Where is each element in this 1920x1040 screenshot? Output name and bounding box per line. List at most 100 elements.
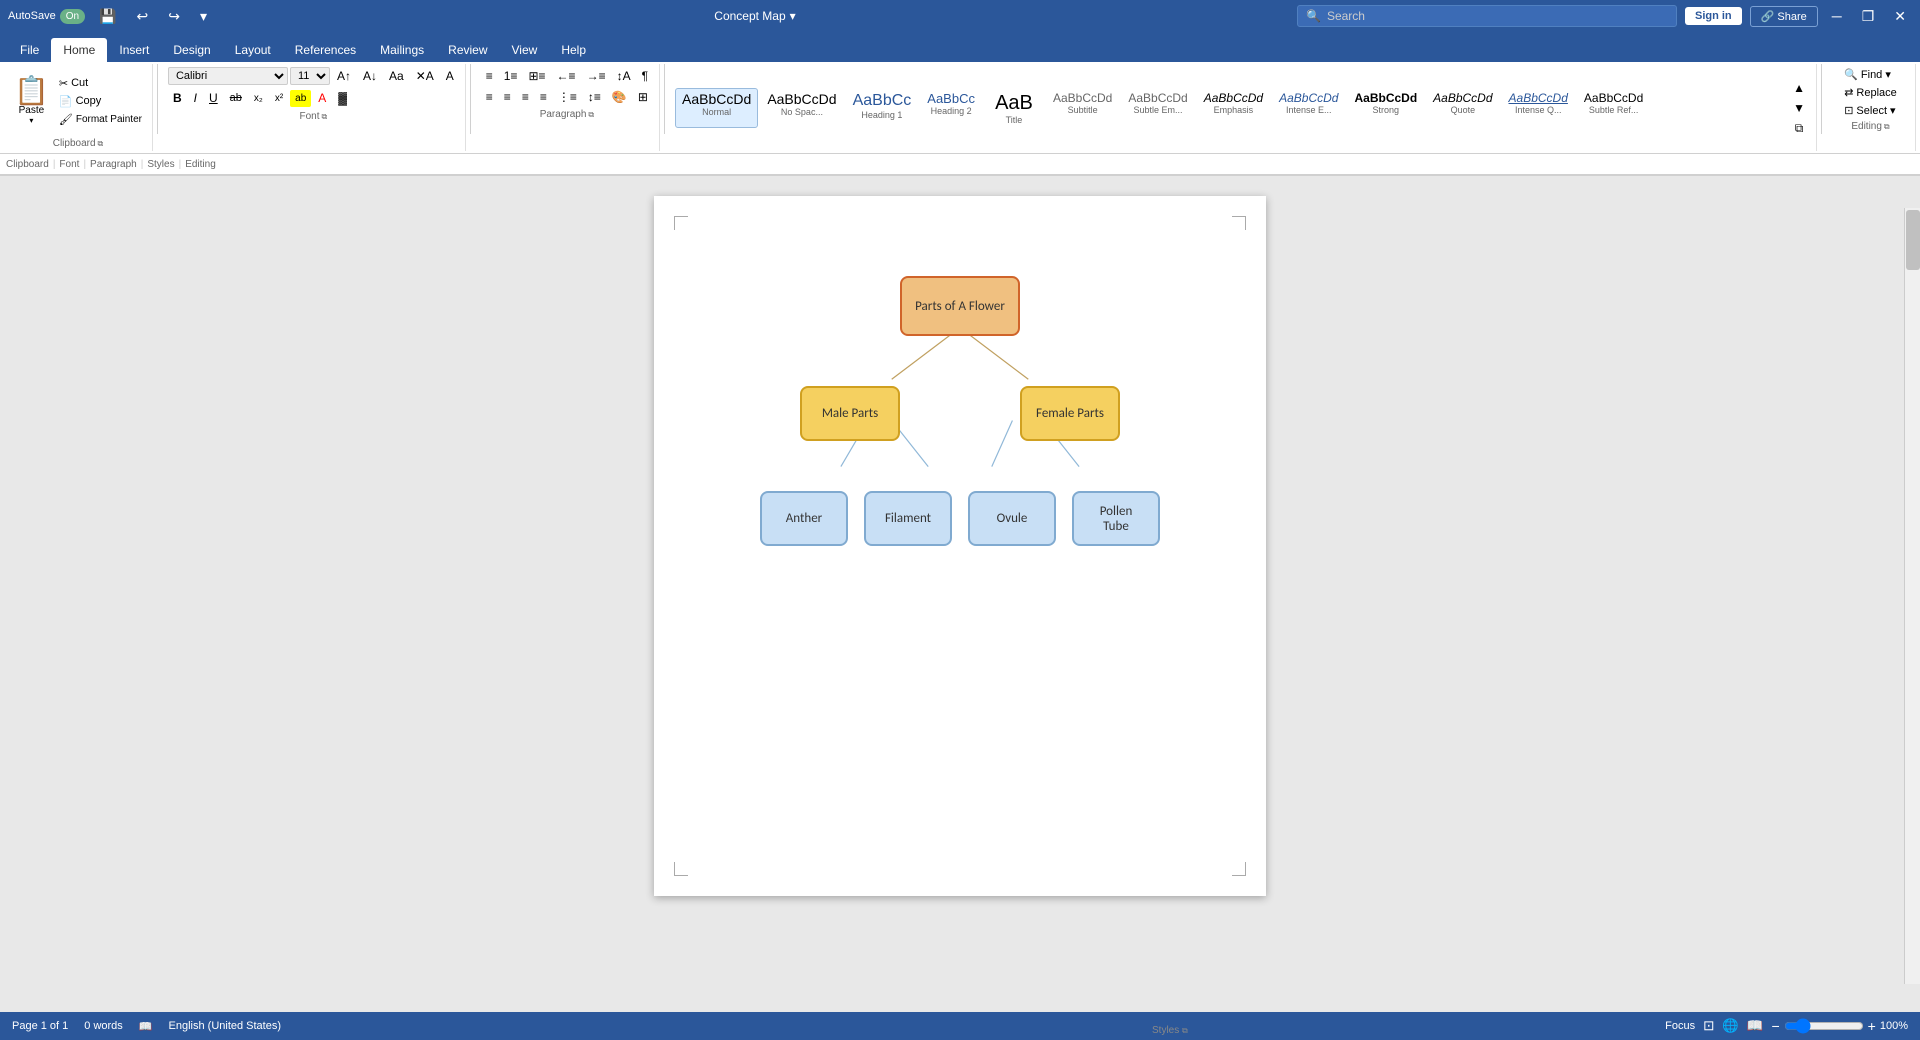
- bold-button[interactable]: B: [168, 88, 187, 108]
- copy-button[interactable]: 📄 Copy: [55, 93, 146, 110]
- styles-expand-icon[interactable]: ⧉: [1182, 1026, 1188, 1035]
- cut-icon: ✂: [59, 77, 68, 90]
- show-hide-button[interactable]: ¶: [637, 66, 653, 86]
- subscript-button[interactable]: x₂: [249, 90, 268, 107]
- replace-icon: ⇄: [1844, 86, 1853, 99]
- cut-button[interactable]: ✂ Cut: [55, 75, 146, 92]
- paste-button[interactable]: 📋 Paste ▾: [10, 75, 53, 127]
- style-subtle-emphasis[interactable]: AaBbCcDd Subtle Em...: [1121, 88, 1194, 128]
- style-heading2[interactable]: AaBbCc Heading 2: [920, 88, 982, 128]
- style-subtle-reference[interactable]: AaBbCcDd Subtle Ref...: [1577, 88, 1650, 128]
- text-highlight-button[interactable]: ab: [290, 90, 311, 107]
- tab-review[interactable]: Review: [436, 38, 499, 62]
- select-button[interactable]: ⊡ Select ▾: [1840, 102, 1901, 119]
- restore-button[interactable]: ❐: [1856, 6, 1881, 27]
- style-intense-emphasis[interactable]: AaBbCcDd Intense E...: [1272, 88, 1345, 128]
- columns-button[interactable]: ⋮≡: [553, 87, 582, 107]
- format-painter-button[interactable]: 🖌 Format Painter: [55, 111, 146, 128]
- font-size-select[interactable]: 11: [290, 67, 330, 85]
- change-case-button[interactable]: Aa: [384, 66, 409, 86]
- zoom-in-button[interactable]: +: [1868, 1018, 1876, 1034]
- tab-help[interactable]: Help: [549, 38, 598, 62]
- root-node[interactable]: Parts of A Flower: [900, 276, 1020, 336]
- decrease-indent-button[interactable]: ←≡: [552, 66, 581, 86]
- search-input[interactable]: [1327, 9, 1668, 23]
- tab-view[interactable]: View: [500, 38, 550, 62]
- style-normal[interactable]: AaBbCcDd Normal: [675, 88, 758, 128]
- clear-formatting-button[interactable]: ✕A: [411, 66, 439, 86]
- font-color-button[interactable]: A: [313, 88, 331, 108]
- pollen-tube-node[interactable]: Pollen Tube: [1072, 491, 1160, 546]
- style-intense-quote[interactable]: AaBbCcDd Intense Q...: [1502, 88, 1575, 128]
- style-subtitle[interactable]: AaBbCcDd Subtitle: [1046, 88, 1119, 128]
- align-center-button[interactable]: ≡: [499, 87, 516, 107]
- filament-node[interactable]: Filament: [864, 491, 952, 546]
- strikethrough-button[interactable]: ab: [225, 89, 247, 107]
- underline-button[interactable]: U: [204, 88, 223, 108]
- align-right-button[interactable]: ≡: [517, 87, 534, 107]
- read-mode-button[interactable]: 📖: [1747, 1018, 1764, 1034]
- italic-button[interactable]: I: [189, 88, 202, 108]
- tab-insert[interactable]: Insert: [107, 38, 161, 62]
- increase-indent-button[interactable]: →≡: [582, 66, 611, 86]
- tab-design[interactable]: Design: [161, 38, 222, 62]
- styles-scroll-up[interactable]: ▲: [1788, 78, 1810, 98]
- borders-button[interactable]: ⊞: [633, 87, 653, 107]
- tab-file[interactable]: File: [8, 38, 51, 62]
- multilevel-button[interactable]: ⊞≡: [523, 66, 550, 86]
- minimize-button[interactable]: ─: [1826, 6, 1848, 26]
- tab-layout[interactable]: Layout: [223, 38, 283, 62]
- ovule-node[interactable]: Ovule: [968, 491, 1056, 546]
- font-family-select[interactable]: Calibri: [168, 67, 288, 85]
- find-button[interactable]: 🔍 Find ▾: [1840, 66, 1901, 83]
- male-parts-node[interactable]: Male Parts: [800, 386, 900, 441]
- close-button[interactable]: ✕: [1888, 6, 1912, 27]
- styles-expand[interactable]: ⧉: [1788, 118, 1810, 139]
- save-button[interactable]: 💾: [93, 6, 122, 27]
- style-heading1[interactable]: AaBbCc Heading 1: [846, 88, 919, 128]
- style-title[interactable]: AaB Title: [984, 88, 1044, 128]
- share-button[interactable]: 🔗 Share: [1750, 6, 1818, 27]
- web-layout-button[interactable]: 🌐: [1722, 1018, 1739, 1034]
- search-box[interactable]: 🔍: [1297, 5, 1677, 27]
- decrease-font-button[interactable]: A↓: [358, 66, 382, 86]
- text-effects-button[interactable]: A: [441, 66, 459, 86]
- print-layout-button[interactable]: ⊡: [1703, 1018, 1714, 1034]
- zoom-out-button[interactable]: −: [1771, 1018, 1779, 1034]
- anther-node[interactable]: Anther: [760, 491, 848, 546]
- replace-button[interactable]: ⇄ Replace: [1840, 84, 1901, 101]
- bullets-button[interactable]: ≡: [481, 66, 498, 86]
- increase-font-button[interactable]: A↑: [332, 66, 356, 86]
- style-no-spacing[interactable]: AaBbCcDd No Spac...: [760, 88, 843, 128]
- character-shading-button[interactable]: ▓: [333, 88, 352, 108]
- style-quote[interactable]: AaBbCcDd Quote: [1426, 88, 1499, 128]
- align-left-button[interactable]: ≡: [481, 87, 498, 107]
- female-parts-node[interactable]: Female Parts: [1020, 386, 1120, 441]
- editing-expand-icon[interactable]: ⧉: [1884, 122, 1890, 132]
- signin-button[interactable]: Sign in: [1685, 7, 1742, 25]
- justify-button[interactable]: ≡: [535, 87, 552, 107]
- style-strong[interactable]: AaBbCcDd Strong: [1347, 88, 1424, 128]
- style-emphasis[interactable]: AaBbCcDd Emphasis: [1197, 88, 1270, 128]
- tab-references[interactable]: References: [283, 38, 368, 62]
- styles-scroll-down[interactable]: ▼: [1788, 98, 1810, 118]
- focus-button[interactable]: Focus: [1665, 1020, 1695, 1032]
- sort-button[interactable]: ↕A: [612, 66, 636, 86]
- autosave-toggle[interactable]: AutoSave On: [8, 9, 85, 24]
- shading-button[interactable]: 🎨: [607, 87, 632, 107]
- doc-title-arrow[interactable]: ▾: [790, 9, 796, 23]
- zoom-slider[interactable]: [1784, 1018, 1864, 1034]
- tab-mailings[interactable]: Mailings: [368, 38, 436, 62]
- tab-home[interactable]: Home: [51, 38, 107, 62]
- scrollbar-thumb[interactable]: [1906, 210, 1920, 270]
- numbering-button[interactable]: 1≡: [499, 66, 523, 86]
- undo-button[interactable]: ↩: [130, 6, 154, 27]
- right-scrollbar[interactable]: [1904, 208, 1920, 984]
- customize-button[interactable]: ▾: [194, 6, 213, 27]
- superscript-button[interactable]: x²: [270, 90, 288, 107]
- line-spacing-button[interactable]: ↕≡: [583, 87, 606, 107]
- clipboard-expand-icon[interactable]: ⧉: [98, 139, 104, 149]
- paragraph-expand-icon[interactable]: ⧉: [588, 110, 594, 120]
- redo-button[interactable]: ↪: [162, 6, 186, 27]
- font-expand-icon[interactable]: ⧉: [322, 112, 328, 122]
